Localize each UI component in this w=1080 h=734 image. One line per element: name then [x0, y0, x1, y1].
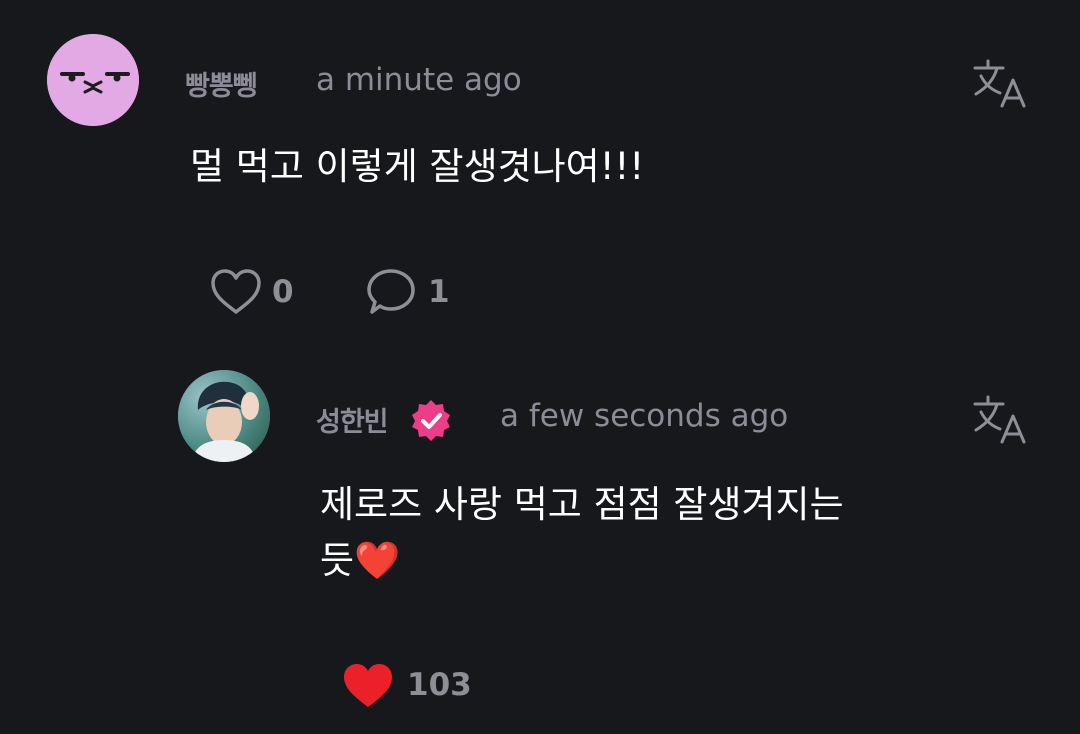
annoyed-face-avatar-icon	[47, 34, 139, 126]
heart-filled-icon	[344, 664, 392, 707]
reply-username[interactable]: 성한빈	[316, 400, 389, 439]
like-button[interactable]	[210, 268, 262, 316]
translate-icon[interactable]	[972, 392, 1028, 448]
like-button[interactable]	[342, 662, 394, 710]
reply-count: 1	[428, 274, 450, 310]
translate-icon[interactable]	[972, 56, 1028, 112]
comment-timestamp: a minute ago	[316, 62, 522, 98]
avatar[interactable]	[47, 34, 139, 126]
speech-bubble-icon	[367, 269, 415, 314]
reply-timestamp: a few seconds ago	[500, 398, 789, 434]
verified-badge-icon	[409, 398, 453, 442]
reply-text-line-1: 제로즈 사랑 먹고 점점 잘생겨지는	[320, 483, 844, 526]
like-count: 0	[272, 274, 294, 310]
like-count: 103	[407, 667, 472, 703]
profile-photo-icon	[178, 370, 270, 462]
avatar[interactable]	[178, 370, 270, 462]
heart-icon	[211, 269, 261, 314]
reply-button[interactable]	[366, 268, 416, 318]
comment-username[interactable]: 빵뽕뼁	[185, 64, 258, 103]
reply-text-line-2: 듯❤️	[320, 539, 401, 582]
comment-text: 멀 먹고 이렇게 잘생겻나여!!!	[190, 145, 645, 188]
